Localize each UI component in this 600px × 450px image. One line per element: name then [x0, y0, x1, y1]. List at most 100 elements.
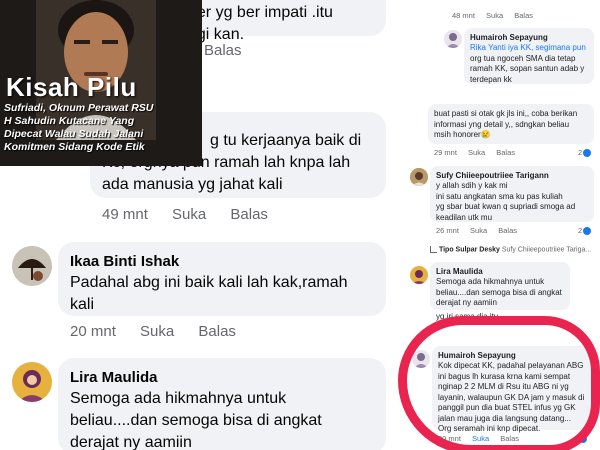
comment-text-line: nginap 2 2 MLM di Rsu itu ABG ni yg [438, 382, 569, 391]
comment-text-line: beliau....dan semoga bisa di angkat [70, 412, 322, 429]
reaction-count[interactable]: 2 [574, 434, 588, 444]
comment-text-line: derajat ny aamiin [70, 434, 192, 450]
comment-text-line: aer yg ber impati .itu [188, 4, 333, 21]
comment-text-line: ini bagus lh kurasa krna kami sempat [438, 371, 571, 381]
comment-text-line: keadilan utk mu [436, 212, 493, 222]
reply-link[interactable]: Balas [514, 11, 533, 20]
comment-text-line: msih honorer😢 [434, 130, 491, 139]
avatar-icon [414, 353, 428, 368]
comment-bubble: Sufy Chiieepoutriiee Tarigann y allah sd… [430, 166, 594, 222]
comment-author[interactable]: Ikaa Binti Ishak [70, 252, 374, 272]
like-link[interactable]: Suka [486, 11, 503, 20]
comment-text-line: Kok dipecat KK, padahal pelayanan ABG [438, 361, 584, 370]
reply-link[interactable]: Balas [500, 434, 519, 443]
like-link[interactable]: Suka [470, 226, 487, 235]
comment-author[interactable]: Humairoh Sepayung [438, 350, 586, 361]
news-thumbnail[interactable]: Kisah Pilu Sufriadi, Oknum Perawat RSU H… [0, 0, 202, 166]
comment-panel-left: aer yg ber impati .itu agi kan. Balas g … [0, 0, 400, 450]
comment-author[interactable]: Humairoh Sepayung [470, 32, 588, 43]
reaction-number: 2 [574, 434, 579, 443]
like-link[interactable]: Suka [172, 206, 206, 223]
comment-text-line: layanin, walaupun GK DA jam y masuk di [438, 392, 585, 402]
comment-author[interactable]: Lira Maulida [436, 266, 564, 277]
reaction-number: 2 [578, 148, 583, 157]
comment-bubble: Ikaa Binti Ishak Padahal abg ini baik ka… [58, 242, 386, 316]
comment-text-line: jalan mau juga dia langsung datang... [438, 413, 571, 423]
reply-snippet: Sufy Chiieepoutriiee Tariga... [501, 246, 592, 254]
comment-bubble: aer yg ber impati .itu agi kan. [170, 0, 386, 43]
comment-text-line: Padahal abg ini baik kali lah kak,ramah [70, 274, 348, 291]
avatar[interactable] [12, 246, 52, 286]
comment-actions: 48 mnt Suka Balas [452, 11, 542, 20]
comment-text-line: informasi yng detail y,, sdngkan beliau [434, 119, 570, 129]
avatar[interactable] [412, 350, 430, 368]
comment-text-line: beliau....dan semoga bisa di angkat [436, 287, 562, 297]
comment-bubble: Lira Maulida Semoga ada hikmahnya untuk … [430, 262, 570, 310]
comment-text-line: y allah sdih y kak mi [436, 181, 508, 190]
thumbnail-subtitle-line: Sufriadi, Oknum Perawat RSU [4, 102, 154, 114]
comment-actions: Balas [204, 42, 262, 59]
reply-link[interactable]: Balas [204, 42, 242, 59]
reply-link[interactable]: Balas [498, 226, 517, 235]
comment-text-line: buat pasti si otak gk jls ini,, coba ber… [434, 109, 578, 118]
comment-bubble: Humairoh Sepayung Rika Yanti iya KK, seg… [464, 28, 594, 84]
comment-panel-right: 48 mnt Suka Balas Humairoh Sepayung Rika… [400, 0, 600, 450]
avatar[interactable] [444, 30, 462, 48]
reaction-count[interactable]: 2 [578, 148, 592, 158]
comment-actions: 26 mnt Suka Balas [436, 226, 526, 235]
comment-text-line: org tua ngoceh SMA dia tetap [470, 53, 576, 63]
comment-time: 20 mnt [70, 323, 116, 340]
comment-bubble: Lira Maulida Semoga ada hikmahnya untuk … [58, 358, 386, 450]
avatar-portrait-icon [12, 362, 52, 402]
comment-text-line: Rika Yanti iya KK, segimana pun [470, 43, 586, 52]
like-link[interactable]: Suka [472, 434, 489, 443]
like-reaction-icon [579, 435, 588, 444]
reply-author[interactable]: Tipo Sulpar Desky [439, 246, 500, 253]
reply-link[interactable]: Balas [230, 206, 268, 223]
comment-bubble: buat pasti si otak gk jls ini,, coba ber… [428, 104, 594, 144]
avatar[interactable] [410, 168, 428, 186]
comment-actions: 20 mnt Suka Balas [70, 323, 256, 340]
comment-bubble: Humairoh Sepayung Kok dipecat KK, padaha… [432, 346, 592, 433]
comment-time: 49 mnt [102, 206, 148, 223]
thumbnail-subtitle-line: Dipecat Walau Sudah Jalani [4, 128, 144, 140]
screenshot-collage: aer yg ber impati .itu agi kan. Balas g … [0, 0, 600, 450]
avatar[interactable] [410, 266, 428, 284]
reaction-number: 2 [578, 226, 583, 235]
reply-link[interactable]: Balas [198, 323, 236, 340]
comment-text-line: ada manusia yg jahat kali [102, 176, 283, 193]
reply-preview[interactable]: Tipo Sulpar Desky Sufy Chiieepoutriiee T… [430, 246, 591, 253]
avatar-umbrella-icon [12, 246, 52, 286]
comment-actions: 49 mnt Suka Balas [102, 206, 288, 223]
comment-actions: 29 mnt Suka Balas [434, 148, 524, 157]
comment-text-line: panggil pun dia buat STEL infus yg GK [438, 403, 576, 412]
avatar-icon [410, 168, 428, 186]
thumbnail-subtitle: Sufriadi, Oknum Perawat RSU H Sahudin Ku… [4, 102, 200, 154]
comment-time: 48 mnt [452, 11, 475, 20]
comment-text-line: kali [70, 296, 95, 313]
like-reaction-icon [583, 149, 592, 158]
like-link[interactable]: Suka [140, 323, 174, 340]
comment-text-line: yg sbar buat kwan q supriadi smoga ad [436, 202, 576, 211]
comment-extra-text: yg iri sama dia itu [436, 312, 499, 321]
comment-author[interactable]: Lira Maulida [70, 368, 374, 388]
comment-text-line: derajat ny aamiin [436, 298, 497, 307]
reply-link[interactable]: Balas [496, 148, 515, 157]
comment-text-line: ramah KK, sopan santun adab y [470, 64, 585, 73]
avatar[interactable] [12, 362, 52, 402]
comment-time: 20 mnt [438, 434, 461, 443]
comment-text-line: terdepan kk [470, 74, 512, 84]
comment-text-line: Semoga ada hikmahnya untuk [436, 277, 545, 286]
comment-time: 29 mnt [434, 148, 457, 157]
comment-text-line: Org seramah ini knp dipecat. [438, 424, 541, 433]
thumbnail-title: Kisah Pilu [6, 72, 137, 102]
like-link[interactable]: Suka [468, 148, 485, 157]
comment-text-line: Semoga ada hikmahnya untuk [70, 390, 287, 407]
avatar-icon [446, 33, 460, 48]
thumbnail-subtitle-line: Komitmen Sidang Kode Etik [4, 141, 145, 153]
comment-text-line: ini satu angkatan sma ku pas kuliah [436, 191, 563, 201]
reaction-count[interactable]: 2 [578, 226, 592, 236]
comment-time: 26 mnt [436, 226, 459, 235]
comment-author[interactable]: Sufy Chiieepoutriiee Tarigann [436, 170, 588, 181]
like-reaction-icon [583, 227, 592, 236]
